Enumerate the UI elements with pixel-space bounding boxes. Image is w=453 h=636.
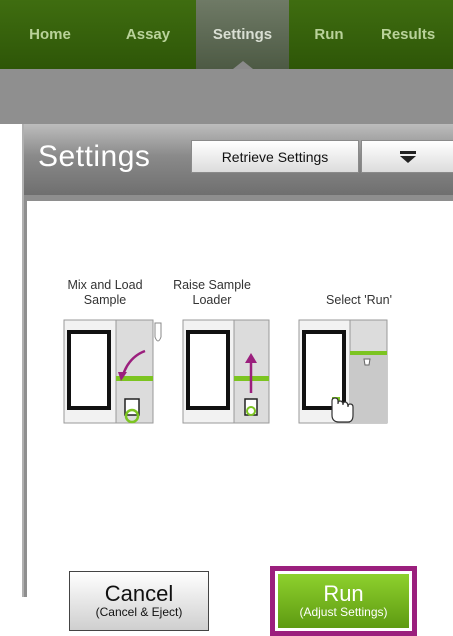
retrieve-settings-label: Retrieve Settings — [221, 148, 329, 165]
tab-run[interactable]: Run — [289, 0, 369, 69]
tab-assay[interactable]: Assay — [100, 0, 196, 69]
tab-results-label: Results — [381, 26, 436, 43]
run-button-highlight: Run (Adjust Settings) — [270, 566, 417, 636]
run-button[interactable]: Run (Adjust Settings) — [278, 574, 409, 628]
run-label: Run — [323, 581, 364, 606]
retrieve-settings-button[interactable]: Retrieve Settings — [191, 140, 359, 173]
settings-dropdown-button[interactable] — [361, 140, 453, 173]
step-3-label: Select 'Run' — [326, 293, 392, 307]
step-2-label: Raise Sample Loader — [173, 278, 251, 307]
grey-band — [0, 69, 453, 124]
tab-home[interactable]: Home — [0, 0, 100, 69]
tab-run-label: Run — [314, 26, 344, 43]
tab-assay-label: Assay — [125, 26, 171, 43]
cancel-sublabel: (Cancel & Eject) — [95, 605, 183, 619]
load-sample-figure-icon — [63, 319, 162, 424]
panel-header: Settings Retrieve Settings — [24, 124, 453, 195]
tab-results[interactable]: Results — [369, 0, 453, 69]
tab-settings-label: Settings — [212, 26, 273, 43]
active-tab-indicator-icon — [232, 61, 253, 69]
step-1-label: Mix and Load Sample — [67, 278, 143, 307]
top-nav: Home Assay Settings Run Results — [0, 0, 453, 69]
menu-down-icon — [400, 150, 416, 163]
tab-home-label: Home — [29, 26, 71, 43]
raise-loader-figure-icon — [182, 319, 270, 424]
settings-panel: Settings Retrieve Settings Mix and Load … — [22, 124, 453, 636]
tab-settings[interactable]: Settings — [196, 0, 289, 69]
cancel-button[interactable]: Cancel (Cancel & Eject) — [69, 571, 209, 631]
instructions-area: Mix and Load Sample Raise Sample Loader … — [27, 201, 453, 636]
page-title: Settings — [38, 140, 151, 173]
cancel-label: Cancel — [104, 581, 174, 606]
run-sublabel: (Adjust Settings) — [299, 605, 388, 619]
select-run-figure-icon — [298, 319, 388, 424]
